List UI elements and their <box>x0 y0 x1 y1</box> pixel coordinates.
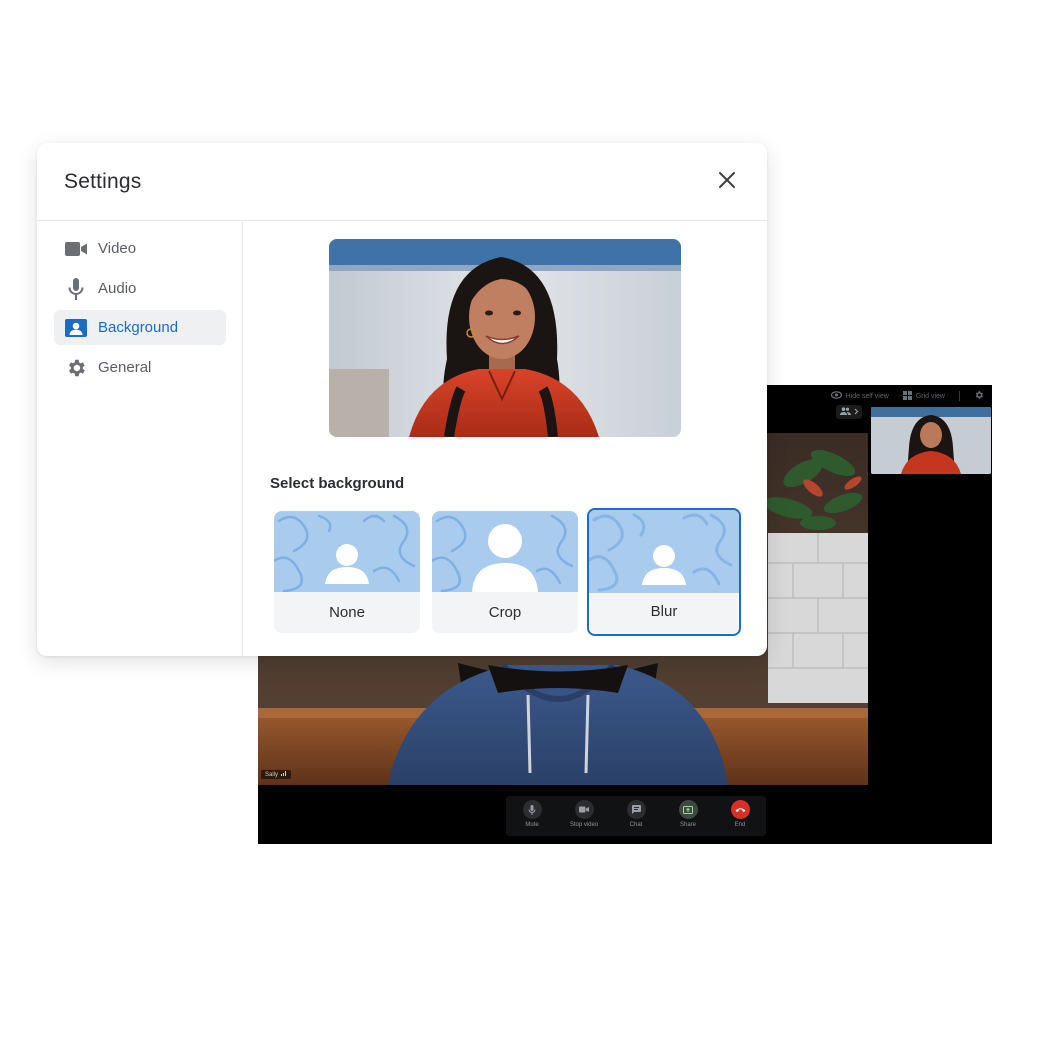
background-option-label: None <box>329 604 365 621</box>
close-button[interactable] <box>713 168 741 196</box>
hang-up-icon <box>730 800 750 819</box>
person-silhouette-icon <box>589 513 733 592</box>
share-screen-icon <box>678 800 698 819</box>
participant-name-tag: Sally <box>261 770 292 779</box>
background-thumbnail <box>432 511 578 592</box>
settings-title: Settings <box>64 170 142 193</box>
mute-label: Mute <box>525 822 539 828</box>
mute-button[interactable]: Mute <box>510 800 554 828</box>
participants-button[interactable] <box>836 405 862 419</box>
end-label: End <box>734 822 746 828</box>
self-view-thumbnail[interactable] <box>871 407 991 474</box>
call-settings-gear-icon[interactable] <box>974 387 984 405</box>
close-icon <box>718 171 736 194</box>
hide-self-view-label: Hide self view <box>845 392 889 400</box>
settings-dialog: Settings Video Audio Background General … <box>37 143 767 656</box>
settings-header: Settings <box>37 143 767 221</box>
grid-view-button[interactable]: Grid view <box>902 390 945 402</box>
stop-video-label: Stop video <box>569 822 599 828</box>
sidebar-item-video[interactable]: Video <box>54 231 226 266</box>
hide-self-view-button[interactable]: Hide self view <box>830 391 889 401</box>
stage: Hide self view Grid view Sally Mute Stop… <box>0 0 1040 1040</box>
signal-strength-icon <box>281 771 287 778</box>
person-silhouette-icon <box>274 514 416 592</box>
microphone-icon <box>65 277 87 300</box>
self-view-scene <box>871 407 991 474</box>
background-thumbnail <box>589 510 739 593</box>
eye-icon <box>830 391 842 401</box>
sidebar-item-label: General <box>98 359 152 376</box>
chat-button[interactable]: Chat <box>614 800 658 828</box>
sidebar-item-general[interactable]: General <box>54 350 226 385</box>
chat-label: Chat <box>629 822 643 828</box>
background-option-crop[interactable]: Crop <box>432 511 578 633</box>
camera-preview <box>329 239 681 437</box>
call-controls-bar: Mute Stop video Chat Share End <box>506 796 766 836</box>
people-icon <box>839 407 851 417</box>
sidebar-item-label: Background <box>98 319 179 336</box>
sidebar-item-label: Audio <box>98 280 137 297</box>
sidebar-item-background[interactable]: Background <box>54 310 226 345</box>
grid-view-label: Grid view <box>915 392 945 400</box>
person-card-icon <box>65 317 87 339</box>
stop-video-button[interactable]: Stop video <box>562 800 606 828</box>
chevron-right-icon <box>854 408 859 417</box>
select-background-title: Select background <box>270 475 405 492</box>
background-option-blur[interactable]: Blur <box>587 508 741 636</box>
gear-icon <box>65 357 87 379</box>
share-label: Share <box>679 822 696 828</box>
end-call-button[interactable]: End <box>718 800 762 828</box>
camera-preview-scene <box>329 239 681 437</box>
sidebar-item-audio[interactable]: Audio <box>54 271 226 306</box>
camera-icon <box>574 800 594 819</box>
topbar-divider <box>959 391 960 401</box>
share-button[interactable]: Share <box>666 800 710 828</box>
microphone-icon <box>522 800 542 819</box>
background-option-label: Blur <box>650 603 678 620</box>
sidebar-item-label: Video <box>98 240 137 257</box>
chat-icon <box>626 800 646 819</box>
video-camera-icon <box>65 238 87 260</box>
participant-name: Sally <box>265 771 279 778</box>
background-thumbnail <box>274 511 420 592</box>
background-option-label: Crop <box>488 604 522 621</box>
grid-icon <box>902 390 912 402</box>
background-option-none[interactable]: None <box>274 511 420 633</box>
settings-sidebar: Video Audio Background General <box>37 222 243 656</box>
person-silhouette-icon <box>432 514 574 592</box>
